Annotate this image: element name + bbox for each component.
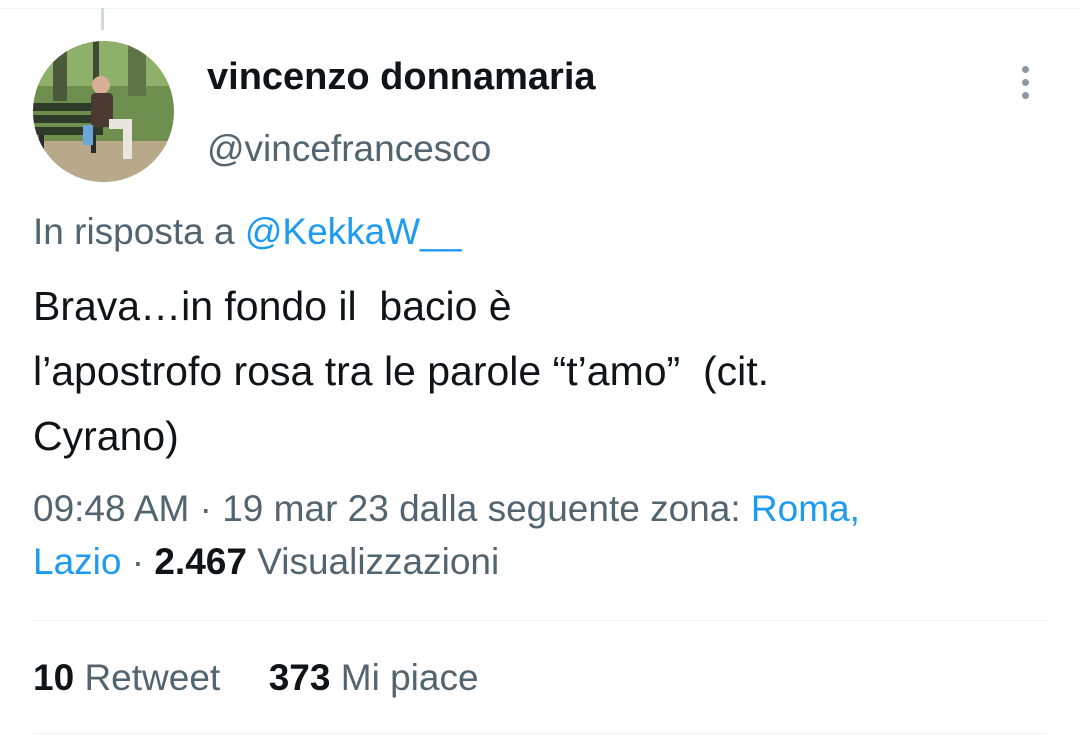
more-options-icon — [1022, 66, 1029, 73]
likes-count: 373 — [268, 657, 331, 698]
tweet-meta: 09:48 AM · 19 mar 23 dalla seguente zona… — [33, 482, 1033, 588]
engagement-stats: 10 Retweet 373 Mi piace — [33, 657, 479, 699]
tweet-text-line: Brava…in fondo il bacio è — [33, 283, 512, 329]
tweet-text: Brava…in fondo il bacio è l’apostrofo ro… — [33, 274, 1033, 469]
top-divider — [0, 8, 1080, 9]
stats-divider-top — [33, 620, 1047, 621]
location-link[interactable]: Roma, — [751, 488, 860, 529]
tweet-time-link[interactable]: 09:48 AM — [33, 488, 189, 529]
tweet-text-line: l’apostrofo rosa tra le parole “t’amo” (… — [33, 348, 769, 394]
stats-divider-bottom — [33, 733, 1047, 734]
tweet-text-line: Cyrano) — [33, 413, 179, 459]
meta-separator: · — [199, 488, 212, 529]
more-options-icon-dot — [1022, 92, 1029, 99]
reply-context: In risposta a @KekkaW__ — [33, 211, 461, 253]
reply-mention-link[interactable]: @KekkaW__ — [245, 211, 461, 252]
retweets-count: 10 — [33, 657, 75, 698]
author-display-name[interactable]: vincenzo donnamaria — [207, 56, 596, 99]
retweets-label: Retweet — [84, 657, 221, 698]
location-prefix: dalla seguente zona: — [399, 488, 741, 529]
likes-stat[interactable]: 373 Mi piace — [258, 657, 479, 698]
avatar-photo — [33, 41, 174, 182]
tweet-date-link[interactable]: 19 mar 23 — [222, 488, 389, 529]
more-options-button[interactable] — [1006, 60, 1046, 104]
likes-label: Mi piace — [340, 657, 479, 698]
views-label: Visualizzazioni — [257, 541, 500, 582]
avatar[interactable] — [33, 41, 174, 182]
thread-connector-line — [101, 8, 104, 30]
author-handle[interactable]: @vincefrancesco — [207, 128, 491, 170]
more-options-icon-dot — [1022, 79, 1029, 86]
reply-prefix: In risposta a — [33, 211, 235, 252]
location-link-continued[interactable]: Lazio — [33, 541, 121, 582]
retweets-stat[interactable]: 10 Retweet — [33, 657, 230, 698]
views-count: 2.467 — [154, 541, 247, 582]
meta-separator: · — [131, 541, 145, 582]
